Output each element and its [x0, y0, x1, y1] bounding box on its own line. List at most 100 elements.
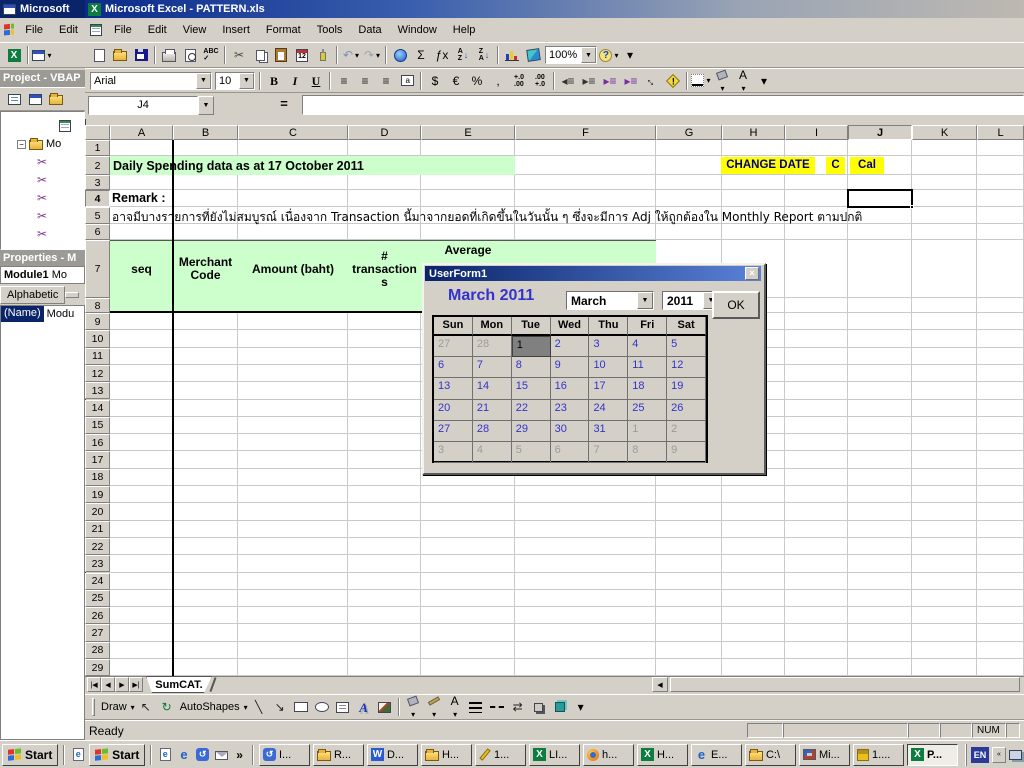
line-button[interactable]: ╲ [249, 697, 269, 717]
select-all-corner[interactable] [85, 125, 110, 140]
zoom-combo[interactable]: 100%▼ [545, 46, 597, 64]
calendar-day-23[interactable]: 23 [551, 400, 590, 421]
calendar-day-8[interactable]: 8 [512, 357, 551, 378]
calendar-day-29[interactable]: 29 [512, 421, 551, 442]
menu-file[interactable]: File [107, 21, 139, 39]
oval-button[interactable] [312, 697, 332, 717]
threed-button[interactable] [550, 697, 570, 717]
fill-color-button[interactable]: ▾ [712, 71, 732, 91]
copy-button[interactable] [250, 45, 270, 65]
menu-window[interactable]: Window [391, 21, 444, 39]
row-header-4[interactable]: 4 [85, 190, 110, 207]
calendar-day-1-adjacent[interactable]: 1 [628, 421, 667, 442]
bold-button[interactable]: B [264, 71, 284, 91]
calendar-day-2[interactable]: 2 [551, 336, 590, 357]
tree-folder-modules[interactable]: −Mo [17, 138, 61, 150]
insert-clipart-button[interactable] [375, 697, 395, 717]
sheet-tab-sumcat[interactable]: SumCAT. [146, 676, 212, 693]
row-header-1[interactable]: 1 [85, 140, 110, 156]
cell-a5-thai-note[interactable]: อาจมีบางรายการที่ยังไม่สมบูรณ์ เนื่องจาก… [112, 208, 862, 227]
calendar-day-8-adjacent[interactable]: 8 [628, 442, 667, 463]
userform-title-bar[interactable]: UserForm1 × [425, 266, 761, 281]
workbook-icon[interactable] [90, 24, 102, 36]
row-header-3[interactable]: 3 [85, 175, 110, 190]
calendar-day-5[interactable]: 5 [667, 336, 706, 357]
taskbar-task-8[interactable]: H... [637, 744, 688, 766]
warning-button[interactable] [663, 71, 683, 91]
dropdown-arrow-icon[interactable]: ▾ [244, 703, 248, 712]
font-size-combo[interactable]: 10▼ [215, 72, 255, 90]
dropdown-arrow-icon[interactable]: ▾ [131, 703, 135, 712]
dropdown-arrow-icon[interactable]: ▾ [432, 710, 436, 719]
tab-alphabetic[interactable]: Alphabetic [0, 286, 65, 304]
chevron-down-icon[interactable]: ▼ [637, 292, 653, 309]
property-row-name[interactable]: (Name) Modu [1, 306, 84, 322]
row-header-9[interactable]: 9 [85, 313, 110, 330]
dropdown-arrow-icon[interactable]: ▾ [355, 51, 359, 60]
dropdown-arrow-icon[interactable]: ▾ [741, 84, 745, 93]
calendar-day-6[interactable]: 6 [434, 357, 473, 378]
row-header-2[interactable]: 2 [85, 156, 110, 175]
quicklaunch-chevron[interactable]: » [232, 748, 247, 762]
euro-button[interactable]: € [446, 71, 466, 91]
borders-button[interactable]: ▾ [691, 71, 711, 91]
rectangle-button[interactable] [291, 697, 311, 717]
format-painter-button[interactable] [313, 45, 333, 65]
text-box-button[interactable] [333, 697, 353, 717]
view-code-button[interactable] [4, 89, 24, 109]
next-sheet-icon[interactable]: ▶ [115, 677, 129, 692]
row-header-21[interactable]: 21 [85, 521, 110, 538]
dropdown-arrow-icon[interactable]: ▾ [720, 84, 724, 93]
prev-sheet-icon[interactable]: ◀ [101, 677, 115, 692]
close-icon[interactable]: × [745, 267, 759, 280]
insert-object-button[interactable]: ▾ [32, 45, 52, 65]
taskbar-task-2[interactable]: R... [313, 744, 364, 766]
calendar-day-12[interactable]: 12 [667, 357, 706, 378]
calendar-day-25[interactable]: 25 [628, 400, 667, 421]
free-rotate-button[interactable]: ↻ [157, 697, 177, 717]
drawing-button[interactable] [523, 45, 543, 65]
new-button[interactable] [89, 45, 109, 65]
calendar-day-22[interactable]: 22 [512, 400, 551, 421]
dropdown-arrow-icon[interactable]: ▾ [614, 51, 618, 60]
toolbar-options-3-button[interactable]: ▾ [571, 697, 591, 717]
row-header-26[interactable]: 26 [85, 607, 110, 624]
calendar-day-16[interactable]: 16 [551, 378, 590, 399]
row-header-5[interactable]: 5 [85, 207, 110, 224]
collapse-icon[interactable]: − [17, 140, 26, 149]
chart-wizard-button[interactable] [502, 45, 522, 65]
sort-ascending-button[interactable]: AZ↓ [453, 45, 473, 65]
sort-descending-button[interactable]: ZA↓ [474, 45, 494, 65]
calendar-day-14[interactable]: 14 [473, 378, 512, 399]
menu-view[interactable]: View [176, 21, 214, 39]
calendar-day-10[interactable]: 10 [589, 357, 628, 378]
column-header-C[interactable]: C [238, 125, 348, 140]
decrease-decimal-button[interactable]: .00+.0 [530, 71, 550, 91]
properties-window-header[interactable]: Properties - M [0, 250, 85, 266]
vba-menu-file[interactable]: File [18, 21, 50, 39]
name-box[interactable]: J4 [88, 96, 198, 115]
arrow-button[interactable]: ↘ [270, 697, 290, 717]
header-average[interactable]: Average [421, 243, 515, 257]
row-header-12[interactable]: 12 [85, 365, 110, 382]
font-color-button-2[interactable]: A▾ [445, 697, 465, 717]
row-header-14[interactable]: 14 [85, 400, 110, 417]
tree-item-module-2[interactable] [37, 174, 47, 186]
menu-edit[interactable]: Edit [141, 21, 174, 39]
diagonal-arrows-button[interactable]: ↔ [642, 71, 662, 91]
underline-button[interactable]: U [306, 71, 326, 91]
tray-chevron-button[interactable]: « [992, 747, 1006, 763]
calendar-day-11[interactable]: 11 [628, 357, 667, 378]
fill-handle[interactable] [910, 205, 914, 209]
calendar-day-27[interactable]: 27 [434, 421, 473, 442]
undo-button[interactable]: ↶▾ [341, 45, 361, 65]
wordart-button[interactable] [354, 697, 374, 717]
tree-item-module-5[interactable] [37, 228, 47, 240]
calendar-day-4[interactable]: 4 [628, 336, 667, 357]
row-header-29[interactable]: 29 [85, 659, 110, 676]
arrow-style-button[interactable]: ⇄ [508, 697, 528, 717]
calendar-day-7-adjacent[interactable]: 7 [589, 442, 628, 463]
line-style-button[interactable] [466, 697, 486, 717]
calendar-day-3[interactable]: 3 [589, 336, 628, 357]
chevron-down-icon[interactable]: ▼ [239, 73, 254, 89]
